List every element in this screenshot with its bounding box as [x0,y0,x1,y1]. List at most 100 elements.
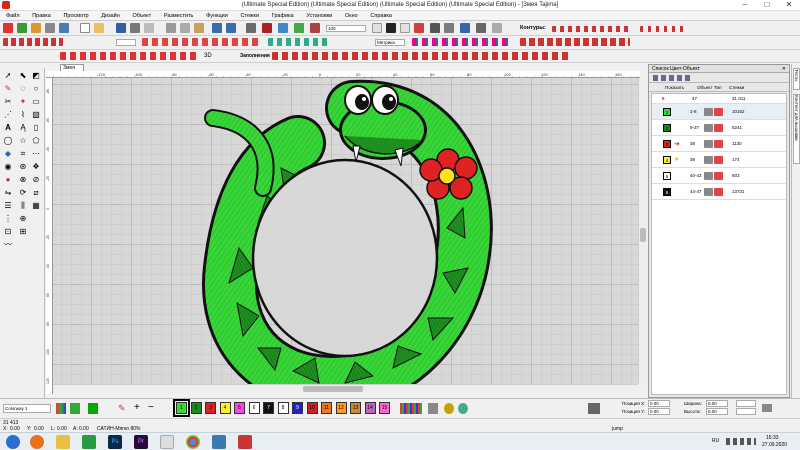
palette-color-chip[interactable]: 3 [205,402,216,414]
menu-file[interactable]: Файл [0,11,25,20]
tshirt-icon[interactable] [88,403,98,414]
wilcom-icon[interactable] [3,23,13,33]
value-field-1[interactable] [116,39,136,46]
column-icon[interactable]: ⋰ [3,110,13,120]
menu-object[interactable]: Объект [126,11,156,20]
weld-icon[interactable]: ⊕ [18,214,28,224]
explorer-icon[interactable] [56,435,70,449]
start-button-icon[interactable] [6,435,20,449]
travel-icon[interactable] [246,23,256,33]
new-design-icon[interactable] [17,23,27,33]
palette-color-chip[interactable]: 4 [219,402,231,414]
color-row[interactable]: 6 44-47 13731 [652,184,786,200]
monogram-icon[interactable]: Ą [18,123,28,133]
rotate-icon[interactable]: ⟳ [18,188,28,198]
menu-help[interactable]: Справка [364,11,397,20]
stitch-edit-icon[interactable]: ✦ [18,97,28,107]
premiere-icon[interactable]: Pr [134,435,148,449]
pencil-icon[interactable]: ✎ [118,403,128,414]
col-stitches[interactable]: Стежки [729,83,744,92]
close-button[interactable]: ✕ [778,0,800,11]
print-icon[interactable] [45,23,55,33]
color-row[interactable]: 2 9-37 5241 [652,120,786,136]
horizontal-scrollbar[interactable] [53,384,638,393]
cut-icon[interactable] [166,23,176,33]
palette-color-chip[interactable]: 2 [190,402,202,414]
fill-tools-strip[interactable] [520,38,630,46]
align-icon[interactable]: ☰ [3,201,13,211]
panel-tools[interactable] [653,75,693,81]
shirt-icon[interactable] [70,403,80,414]
pos-x-field[interactable]: 0.00 [648,400,670,407]
language-indicator[interactable]: RU [712,438,719,444]
reshape-icon[interactable]: ⬉ [18,71,28,81]
palette-color-chip[interactable]: 13 [350,402,361,414]
save-icon[interactable] [116,23,126,33]
globe-icon[interactable] [444,403,454,414]
thread-chart-icon[interactable] [400,403,422,414]
ellipse-icon[interactable]: ◯ [3,136,13,146]
star-icon[interactable]: ☆ [18,136,28,146]
info-icon[interactable] [386,23,396,33]
color-row[interactable]: 3 ➔ 38 1130 [652,136,786,152]
color-wheel-icon[interactable] [458,403,468,414]
menu-functions[interactable]: Функции [200,11,233,20]
record-icon[interactable]: ● [3,175,13,185]
fill-icon[interactable]: ▧ [31,110,41,120]
mirror-icon[interactable]: ⇋ [3,188,13,198]
copy-icon[interactable] [180,23,190,33]
vertical-scroll-thumb[interactable] [640,228,646,242]
array-icon[interactable]: ⋮ [3,214,13,224]
tray-icons[interactable] [726,438,756,445]
skew-icon[interactable]: ⧄ [31,188,41,198]
palette-color-chip[interactable]: 1 [173,399,190,417]
palette-color-chip[interactable]: 14 [364,402,376,414]
lock-icon[interactable]: ⊡ [3,227,13,237]
motif-icon[interactable]: ❖ [31,162,41,172]
closing-types-strip[interactable] [272,52,572,60]
menu-design[interactable]: Дизайн [95,11,125,20]
palette-color-chip[interactable]: 5 [234,402,245,414]
design-canvas[interactable] [53,78,638,412]
snake-embroidery-design[interactable] [53,78,638,412]
hoop-icon[interactable] [278,23,288,33]
minimize-button[interactable]: – [734,0,756,11]
knife-icon[interactable]: ✂ [3,97,13,107]
palette-color-chip[interactable]: 12 [335,402,347,414]
applique-icon[interactable]: ◆ [3,149,13,159]
group-icon[interactable]: ▦ [31,201,41,211]
trim-icon[interactable]: ⊘ [31,175,41,185]
palette-color-chip[interactable]: 7 [263,402,274,414]
col-object[interactable]: Объект [697,83,712,92]
color-row[interactable]: 1 1-8 10162 [652,104,786,120]
redo-icon[interactable] [226,23,236,33]
rotate-tool-icon[interactable] [588,403,600,414]
maximize-button[interactable]: □ [756,0,778,11]
contour-types-strip[interactable] [552,26,632,32]
fill-stitch-strip[interactable] [60,52,200,60]
tool-c-icon[interactable] [444,23,454,33]
undo-icon[interactable] [212,23,222,33]
lasso-icon[interactable]: ◌ [18,84,28,94]
add-color-icon[interactable]: + [134,402,140,413]
menu-edit[interactable]: Правка [26,11,56,20]
wave-icon[interactable]: 〰 [3,240,13,250]
palette-color-chip[interactable]: 8 [277,402,289,414]
alphabet-tools[interactable] [3,38,63,46]
embroidery-task-icon[interactable] [238,435,252,449]
remove-color-icon[interactable]: − [148,402,154,413]
units-select[interactable]: Метрика [375,39,405,46]
bead-icon[interactable]: ◉ [3,162,13,172]
object-tools-strip[interactable] [268,38,328,46]
zoom-in-icon[interactable] [372,23,382,33]
ungroup-icon[interactable]: ⊞ [18,227,28,237]
tool-f-icon[interactable] [492,23,502,33]
trace-icon[interactable]: ⌗ [18,149,28,159]
needle-icon[interactable] [310,23,320,33]
folder-icon[interactable] [94,23,104,33]
menu-graphics[interactable]: Графика [266,11,299,20]
select-arrow-icon[interactable]: ➚ [3,71,13,81]
horizontal-scroll-thumb[interactable] [303,386,363,392]
width-field[interactable]: 0.00 [706,400,728,407]
side-tab-content[interactable]: Контент для вышивки [793,94,800,164]
